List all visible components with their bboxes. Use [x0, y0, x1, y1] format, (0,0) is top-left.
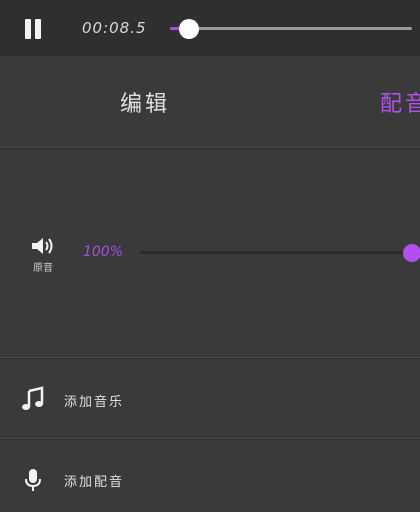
seek-thumb[interactable] [179, 19, 200, 39]
tab-edit[interactable]: 编辑 [120, 86, 170, 118]
speaker-icon[interactable] [30, 235, 60, 257]
tab-dubbing[interactable]: 配音 [380, 86, 420, 118]
add-dubbing-row[interactable]: 添加配音 [0, 440, 420, 512]
add-dubbing-label: 添加配音 [64, 475, 125, 490]
volume-slider[interactable] [140, 244, 420, 262]
microphone-icon [25, 469, 41, 491]
music-note-icon [22, 386, 44, 410]
playback-time: 00:08.5 [82, 19, 147, 37]
volume-value: 100% [83, 244, 124, 260]
pause-icon [25, 19, 31, 39]
player-bar: 00:08.5 [0, 0, 420, 56]
add-music-row[interactable]: 添加音乐 [0, 359, 420, 439]
add-music-label: 添加音乐 [64, 395, 125, 410]
tab-bar: 编辑 配音 [0, 56, 420, 148]
seek-slider[interactable] [170, 19, 412, 39]
original-sound-label: 原音 [33, 263, 53, 274]
original-volume-panel: 原音 100% [0, 149, 420, 358]
volume-thumb[interactable] [403, 244, 420, 262]
pause-button[interactable] [22, 17, 46, 41]
